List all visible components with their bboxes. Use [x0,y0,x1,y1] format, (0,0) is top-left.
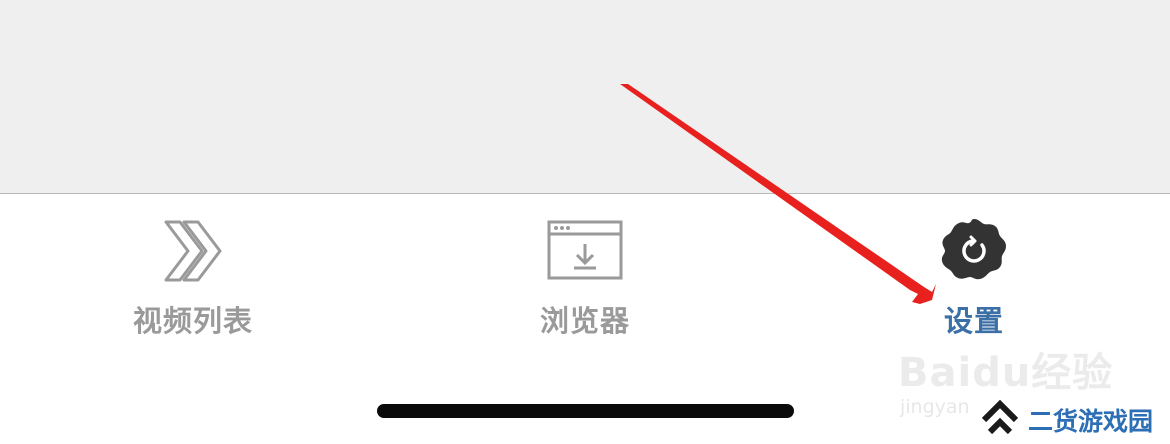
tab-browser[interactable]: 浏览器 [435,194,735,344]
double-chevron-right-icon [158,216,228,286]
tab-video-list-label: 视频列表 [132,304,253,338]
double-chevron-up-icon [980,399,1020,440]
tab-settings-label: 设置 [943,304,1004,338]
browser-download-icon [547,216,623,286]
gear-icon [938,216,1010,286]
site-watermark: 二货游戏园 [980,399,1154,440]
content-area [0,0,1170,194]
baidu-watermark-sub: jingyan [900,396,970,418]
tab-settings[interactable]: 设置 [824,194,1124,344]
baidu-watermark-brand: Baidu经验 [898,350,1114,396]
tab-video-list[interactable]: 视频列表 [43,194,343,344]
site-watermark-text: 二货游戏园 [1028,407,1154,436]
home-indicator[interactable] [377,404,794,418]
tab-browser-label: 浏览器 [539,304,630,338]
